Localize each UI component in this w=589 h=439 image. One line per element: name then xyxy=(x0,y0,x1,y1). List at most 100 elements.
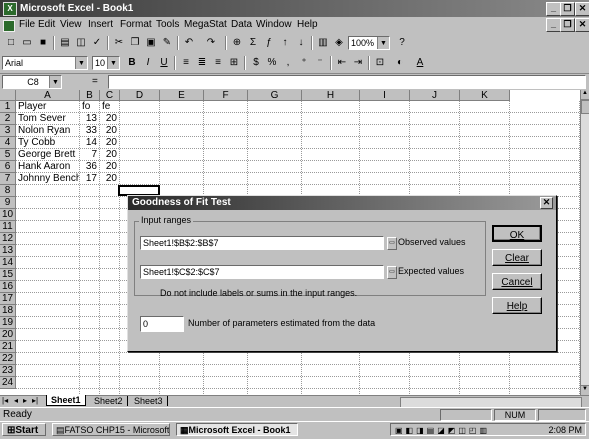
font-color-icon[interactable]: A xyxy=(412,55,428,70)
document-icon[interactable] xyxy=(3,20,15,32)
tab-next-icon[interactable]: ▸ xyxy=(23,396,27,405)
italic-button[interactable]: I xyxy=(140,55,156,70)
menu-file[interactable]: File xyxy=(19,19,35,31)
row-header-17[interactable]: 17 xyxy=(0,293,16,305)
row-header-7[interactable]: 7 xyxy=(0,173,16,185)
font-select[interactable]: Arial ▼ xyxy=(2,56,88,70)
column-header-e[interactable]: E xyxy=(160,90,204,101)
undo-icon[interactable]: ↶ xyxy=(181,35,197,50)
column-header-j[interactable]: J xyxy=(410,90,460,101)
cell-c1[interactable]: fe xyxy=(102,101,119,113)
row-header-8[interactable]: 8 xyxy=(0,185,16,197)
column-header-c[interactable]: C xyxy=(100,90,120,101)
menu-megastat[interactable]: MegaStat xyxy=(184,19,227,31)
scroll-up-icon[interactable]: ▲ xyxy=(581,90,589,100)
dialog-close-button[interactable]: ✕ xyxy=(540,197,553,209)
cell-b3[interactable]: 33 xyxy=(82,125,99,137)
menu-data[interactable]: Data xyxy=(231,19,252,31)
cell-c2[interactable]: 20 xyxy=(102,113,119,125)
row-header-15[interactable]: 15 xyxy=(0,269,16,281)
print-icon[interactable]: ▤ xyxy=(57,35,73,50)
taskbar-item-fatso[interactable]: ▤FATSO CHP15 - Microsoft xyxy=(52,423,170,436)
tab-prev-icon[interactable]: ◂ xyxy=(14,396,18,405)
start-button[interactable]: ⊞Start xyxy=(2,423,46,436)
fill-color-icon[interactable]: ◐ xyxy=(392,55,408,70)
row-header-14[interactable]: 14 xyxy=(0,257,16,269)
select-all-corner[interactable] xyxy=(0,90,16,101)
observed-range-input[interactable]: Sheet1!$B$2:$B$7 xyxy=(140,236,384,250)
parameters-input[interactable]: 0 xyxy=(140,316,184,332)
new-icon[interactable]: □ xyxy=(3,35,19,50)
cell-a1[interactable]: Player xyxy=(18,101,79,113)
cell-b6[interactable]: 36 xyxy=(82,161,99,173)
menu-tools[interactable]: Tools xyxy=(156,19,179,31)
row-header-13[interactable]: 13 xyxy=(0,245,16,257)
row-header-23[interactable]: 23 xyxy=(0,365,16,377)
scroll-down-icon[interactable]: ▼ xyxy=(581,385,589,395)
cut-icon[interactable]: ✂ xyxy=(111,35,127,50)
close-button[interactable]: ✕ xyxy=(575,2,589,16)
sort-ascending-icon[interactable]: ↑ xyxy=(277,35,293,50)
tray-icons[interactable]: ▣◧◨▤◪◩◫◰▥ xyxy=(395,424,490,437)
align-center-icon[interactable]: ≣ xyxy=(194,55,210,70)
chevron-down-icon[interactable]: ▼ xyxy=(107,57,119,69)
row-header-18[interactable]: 18 xyxy=(0,305,16,317)
column-header-i[interactable]: I xyxy=(360,90,410,101)
menu-edit[interactable]: Edit xyxy=(38,19,55,31)
row-header-5[interactable]: 5 xyxy=(0,149,16,161)
format-painter-icon[interactable]: ✎ xyxy=(159,35,175,50)
cell-b5[interactable]: 7 xyxy=(82,149,99,161)
ok-button[interactable]: OK xyxy=(492,225,542,242)
font-size-select[interactable]: 10 ▼ xyxy=(92,56,120,70)
column-header-g[interactable]: G xyxy=(248,90,302,101)
sort-descending-icon[interactable]: ↓ xyxy=(293,35,309,50)
open-icon[interactable]: ▭ xyxy=(19,35,35,50)
cell-b2[interactable]: 13 xyxy=(82,113,99,125)
merge-center-icon[interactable]: ⊞ xyxy=(226,55,242,70)
menu-help[interactable]: Help xyxy=(297,19,318,31)
cell-c6[interactable]: 20 xyxy=(102,161,119,173)
formula-equals[interactable]: = xyxy=(92,76,98,87)
cell-a7[interactable]: Johnny Bench xyxy=(18,173,79,185)
excel-app-icon[interactable]: X xyxy=(3,2,17,16)
row-header-6[interactable]: 6 xyxy=(0,161,16,173)
tab-last-icon[interactable]: ▸| xyxy=(32,396,38,405)
borders-icon[interactable]: ⊡ xyxy=(372,55,388,70)
doc-minimize-button[interactable]: _ xyxy=(546,18,561,32)
row-header-10[interactable]: 10 xyxy=(0,209,16,221)
cell-b1[interactable]: fo xyxy=(82,101,99,113)
chart-wizard-icon[interactable]: ▥ xyxy=(315,35,331,50)
spelling-icon[interactable]: ✓ xyxy=(89,35,105,50)
row-header-12[interactable]: 12 xyxy=(0,233,16,245)
tab-first-icon[interactable]: |◂ xyxy=(2,396,8,405)
vertical-scrollbar[interactable]: ▲ ▼ xyxy=(580,90,589,395)
clear-button[interactable]: Clear xyxy=(492,249,542,266)
chevron-down-icon[interactable]: ▼ xyxy=(377,37,389,49)
row-header-9[interactable]: 9 xyxy=(0,197,16,209)
increase-decimal-icon[interactable]: ⁺ xyxy=(296,55,312,70)
cell-a3[interactable]: Nolon Ryan xyxy=(18,125,79,137)
function-icon[interactable]: ƒ xyxy=(261,35,277,50)
row-header-3[interactable]: 3 xyxy=(0,125,16,137)
taskbar-item-excel[interactable]: ▦Microsoft Excel - Book1 xyxy=(176,423,298,436)
column-header-b[interactable]: B xyxy=(80,90,100,101)
column-header-a[interactable]: A xyxy=(16,90,80,101)
underline-button[interactable]: U xyxy=(156,55,172,70)
row-header-22[interactable]: 22 xyxy=(0,353,16,365)
tab-sheet3[interactable]: Sheet3 xyxy=(130,396,168,406)
row-header-11[interactable]: 11 xyxy=(0,221,16,233)
decrease-decimal-icon[interactable]: ⁻ xyxy=(312,55,328,70)
cell-a2[interactable]: Tom Sever xyxy=(18,113,79,125)
cell-c5[interactable]: 20 xyxy=(102,149,119,161)
cell-b7[interactable]: 17 xyxy=(82,173,99,185)
align-right-icon[interactable]: ≡ xyxy=(210,55,226,70)
cell-a4[interactable]: Ty Cobb xyxy=(18,137,79,149)
menu-view[interactable]: View xyxy=(60,19,82,31)
save-icon[interactable]: ■ xyxy=(35,35,51,50)
column-header-h[interactable]: H xyxy=(302,90,360,101)
minimize-button[interactable]: _ xyxy=(546,2,561,16)
increase-indent-icon[interactable]: ⇥ xyxy=(350,55,366,70)
chevron-down-icon[interactable]: ▼ xyxy=(49,76,61,88)
row-header-1[interactable]: 1 xyxy=(0,101,16,113)
row-header-21[interactable]: 21 xyxy=(0,341,16,353)
